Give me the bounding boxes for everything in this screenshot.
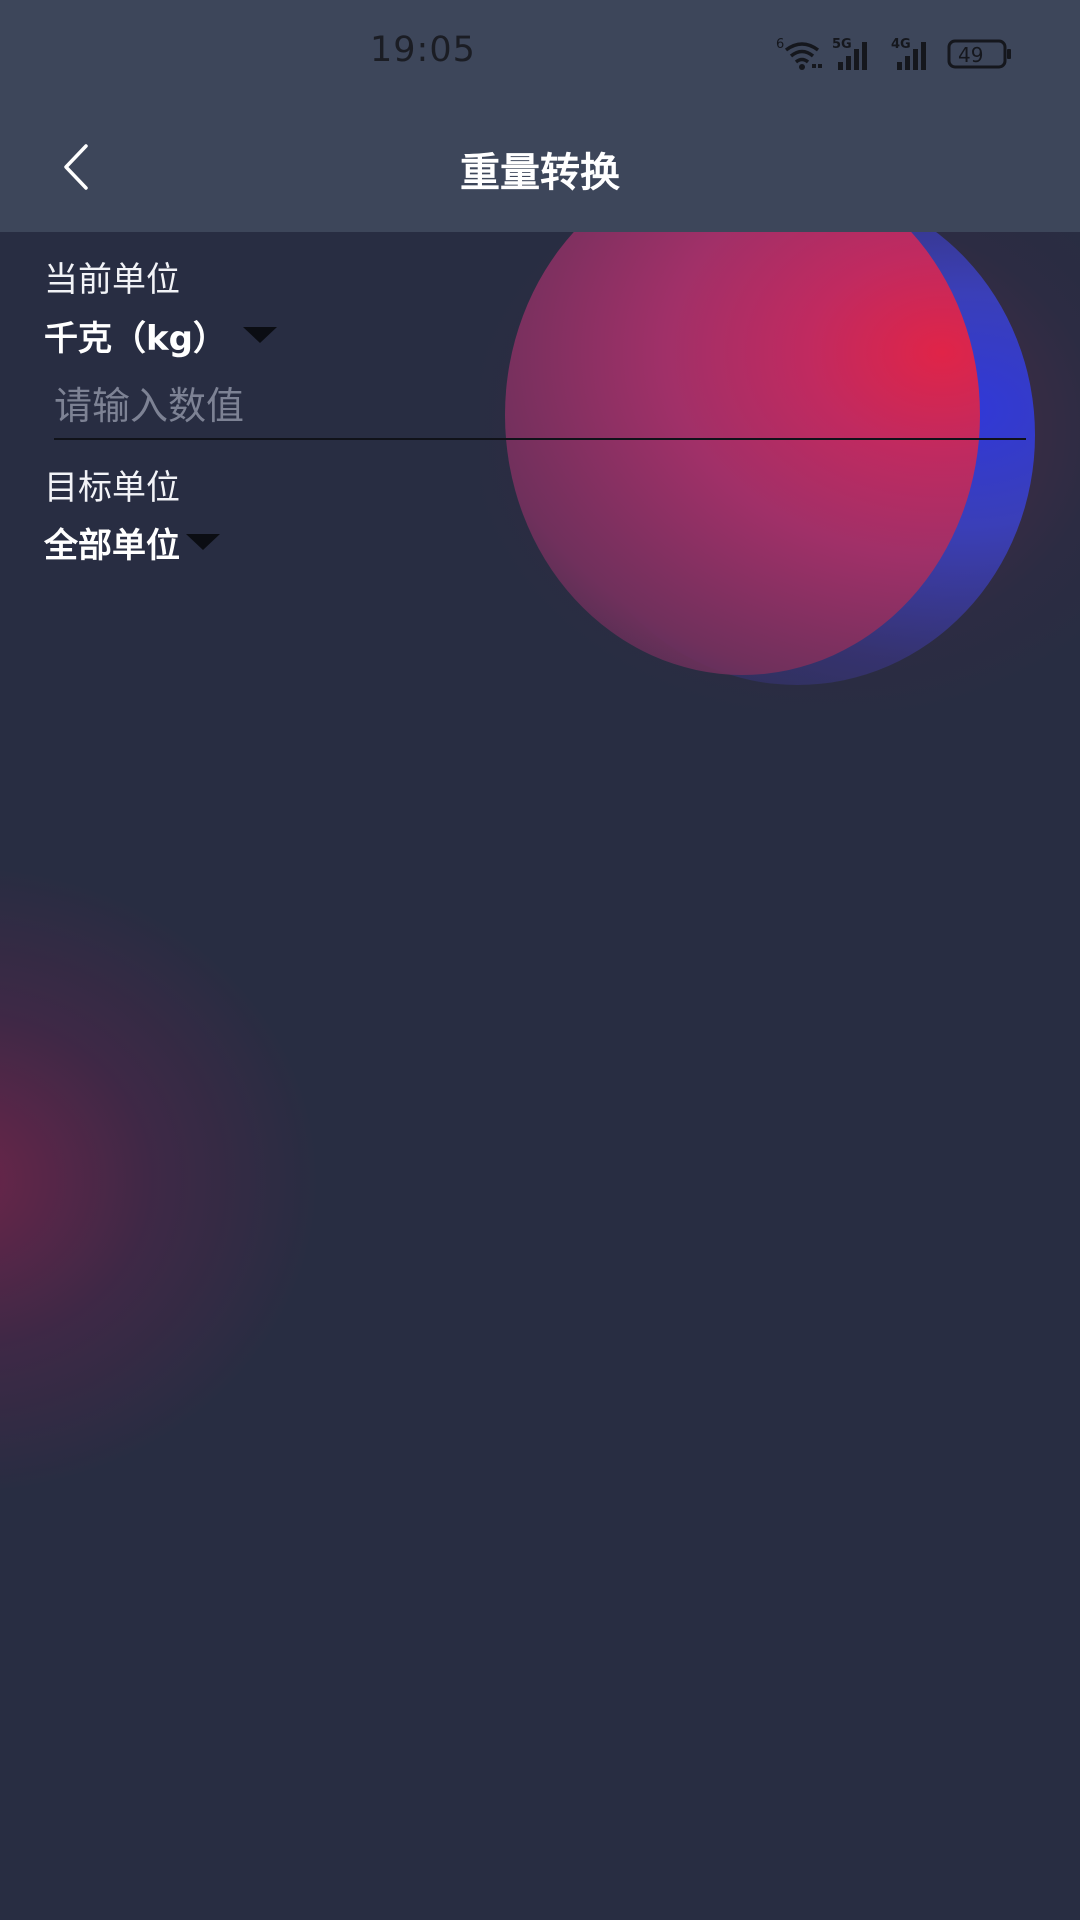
signal-5g-icon: 5G [832, 37, 867, 70]
current-unit-label: 当前单位 [44, 260, 180, 300]
svg-text:6: 6 [776, 37, 784, 52]
title-bar: 重量转换 [0, 110, 1080, 232]
svg-text:5G: 5G [832, 37, 852, 52]
page-title: 重量转换 [460, 150, 620, 196]
status-time: 19:05 [370, 30, 476, 70]
svg-text:49: 49 [958, 43, 983, 67]
signal-4g-icon: 4G [891, 37, 926, 70]
target-unit-label: 目标单位 [44, 468, 180, 508]
status-icons: 6 5G 4G 49 [776, 37, 1011, 70]
target-unit-select[interactable]: 全部单位 [44, 517, 220, 567]
caret-down-icon [242, 327, 277, 343]
svg-text:4G: 4G [891, 37, 911, 52]
status-bar: 19:05 6 5G 4G 49 [0, 0, 1080, 110]
value-input[interactable] [54, 376, 1024, 436]
input-underline [54, 438, 1026, 440]
caret-down-icon [186, 534, 220, 550]
wifi-icon: 6 [776, 37, 822, 70]
current-unit-select[interactable]: 千克（kg） [44, 310, 277, 360]
battery-icon: 49 [947, 39, 1011, 69]
current-unit-value: 千克（kg） [44, 318, 227, 359]
target-unit-value: 全部单位 [44, 525, 180, 566]
